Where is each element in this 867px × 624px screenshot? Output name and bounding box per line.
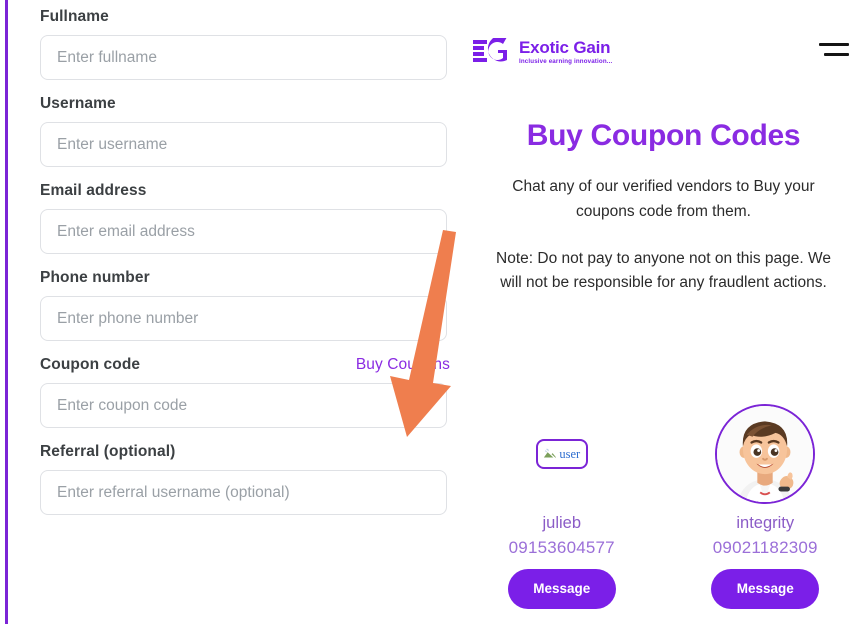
form-field-username: Username (40, 95, 450, 167)
brand-logo[interactable]: Exotic Gain Inclusive earning innovation… (473, 38, 612, 66)
vendor-name: integrity (736, 514, 795, 532)
panel-subtitle: Chat any of our verified vendors to Buy … (512, 178, 815, 220)
field-head: Coupon code Buy Coupons (40, 356, 450, 374)
avatar-broken-image[interactable]: user (535, 439, 588, 469)
vendor-phone: 09021182309 (712, 538, 818, 557)
field-head: Referral (optional) (40, 443, 450, 461)
form-field-fullname: Fullname (40, 8, 450, 80)
avatar-wrap: user (477, 402, 647, 506)
vendor-list: user julieb 09153604577 Message integrit… (460, 402, 867, 609)
field-head: Email address (40, 182, 450, 200)
vendor-phone: 09153604577 (508, 538, 615, 557)
message-button[interactable]: Message (711, 569, 820, 609)
phone-input[interactable] (40, 296, 447, 341)
field-label-email: Email address (40, 182, 147, 199)
referral-input[interactable] (40, 470, 447, 515)
username-input[interactable] (40, 122, 447, 167)
field-head: Phone number (40, 269, 450, 287)
vendors-panel: Exotic Gain Inclusive earning innovation… (460, 0, 867, 624)
logo-wordmark: Exotic Gain Inclusive earning innovation… (519, 39, 612, 65)
vendor-card: user julieb 09153604577 Message (477, 402, 647, 609)
field-head: Fullname (40, 8, 450, 26)
form-field-referral: Referral (optional) (40, 443, 450, 515)
avatar-wrap (680, 402, 850, 506)
field-label-coupon: Coupon code (40, 356, 141, 373)
cartoon-boy-avatar-icon (717, 406, 814, 502)
fullname-input[interactable] (40, 35, 447, 80)
left-accent-rail (5, 0, 8, 624)
panel-topbar: Exotic Gain Inclusive earning innovation… (460, 0, 867, 92)
form-field-coupon: Coupon code Buy Coupons (40, 356, 450, 428)
form-field-phone: Phone number (40, 269, 450, 341)
avatar[interactable] (715, 404, 816, 504)
field-label-phone: Phone number (40, 269, 150, 286)
page-root: Fullname Username Email address Phone nu… (0, 0, 867, 624)
field-head: Username (40, 95, 450, 113)
form-field-email: Email address (40, 182, 450, 254)
logo-title: Exotic Gain (519, 37, 611, 57)
broken-image-icon (544, 448, 557, 459)
field-label-fullname: Fullname (40, 8, 109, 25)
hamburger-menu-icon[interactable] (819, 43, 849, 56)
vendor-name: julieb (542, 514, 582, 532)
registration-form: Fullname Username Email address Phone nu… (40, 0, 450, 624)
vendor-card: integrity 09021182309 Message (680, 402, 850, 609)
buy-coupons-link[interactable]: Buy Coupons (356, 356, 450, 374)
field-label-username: Username (40, 95, 116, 112)
coupon-code-input[interactable] (40, 383, 447, 428)
panel-note: Note: Do not pay to anyone not on this p… (496, 249, 831, 292)
page-title: Buy Coupon Codes (526, 119, 801, 152)
eg-monogram-icon (473, 38, 507, 62)
hamburger-line-top (819, 43, 849, 46)
logo-tagline: Inclusive earning innovation... (519, 57, 613, 65)
message-button[interactable]: Message (507, 569, 616, 609)
field-label-referral: Referral (optional) (40, 443, 176, 460)
avatar-alt-text: user (559, 446, 581, 461)
hamburger-line-bottom (824, 53, 849, 56)
email-input[interactable] (40, 209, 447, 254)
